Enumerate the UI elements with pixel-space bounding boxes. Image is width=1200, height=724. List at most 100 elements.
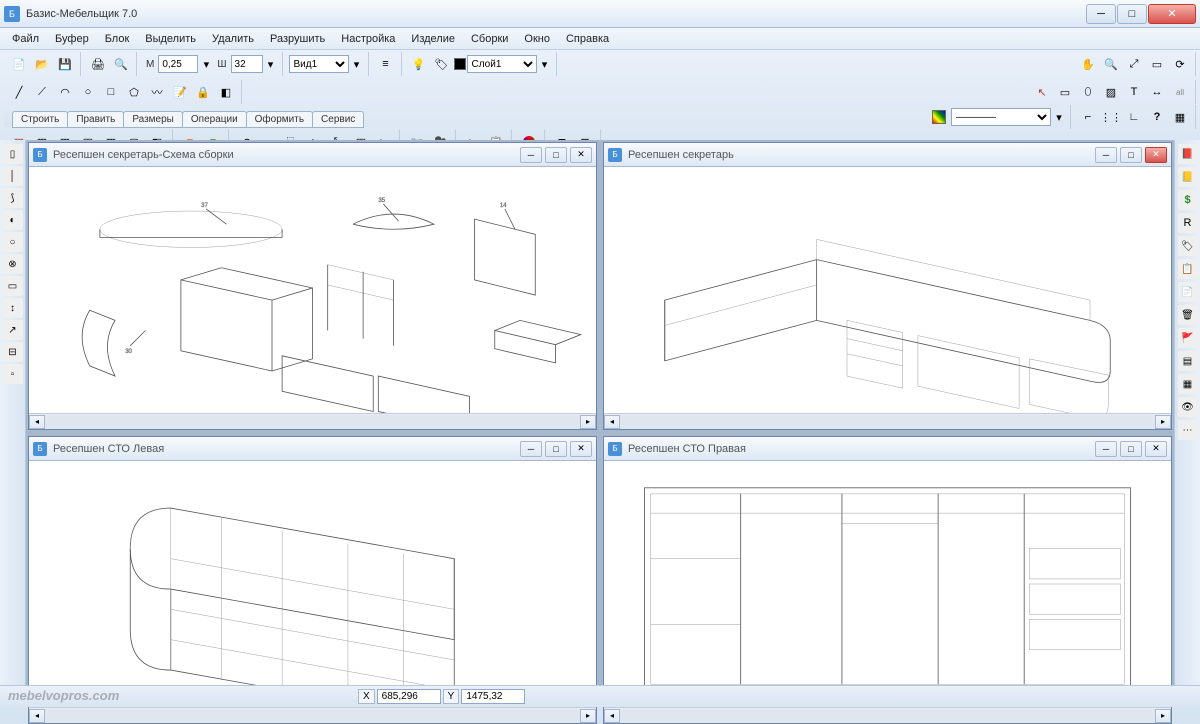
print-preview-button[interactable]: 🔍: [110, 53, 132, 75]
line-tool-icon[interactable]: ╱: [8, 81, 30, 103]
pane-maximize-button[interactable]: □: [1120, 147, 1142, 163]
pan-icon[interactable]: ✋: [1077, 53, 1099, 75]
minimize-button[interactable]: ─: [1086, 4, 1116, 24]
pointer-tool-icon[interactable]: ↖: [1031, 81, 1053, 103]
level-tool-icon[interactable]: ⊟: [3, 342, 23, 362]
menu-assemblies[interactable]: Сборки: [463, 30, 516, 48]
misc-side-icon[interactable]: ▫: [3, 364, 23, 384]
m-dropdown-button[interactable]: ▾: [199, 53, 213, 75]
edge-tool-icon[interactable]: │: [3, 166, 23, 186]
tab-service[interactable]: Сервис: [312, 111, 364, 128]
scroll-left-button[interactable]: ◂: [29, 709, 45, 723]
report-icon[interactable]: 📄: [1178, 282, 1198, 302]
open-button[interactable]: 📂: [31, 53, 53, 75]
menu-destroy[interactable]: Разрушить: [262, 30, 333, 48]
close-button[interactable]: ✕: [1148, 4, 1196, 24]
view-copy-button[interactable]: ▾: [350, 53, 364, 75]
zoom-extents-icon[interactable]: ⤢: [1123, 53, 1145, 75]
profile-tool-icon[interactable]: ◐: [3, 210, 23, 230]
tab-sizes[interactable]: Размеры: [123, 111, 183, 128]
palette-icon[interactable]: [928, 106, 950, 128]
pane-canvas[interactable]: [604, 461, 1171, 707]
zoom-window-icon[interactable]: ▭: [1146, 53, 1168, 75]
menu-buffer[interactable]: Буфер: [47, 30, 97, 48]
pane-maximize-button[interactable]: □: [1120, 441, 1142, 457]
snap-ortho-icon[interactable]: ∟: [1123, 106, 1145, 128]
scroll-left-button[interactable]: ◂: [604, 709, 620, 723]
pane-scrollbar[interactable]: ◂ ▸: [29, 707, 596, 723]
pane-minimize-button[interactable]: ─: [520, 147, 542, 163]
grid-icon[interactable]: ▦: [1178, 374, 1198, 394]
tab-edit[interactable]: Править: [67, 111, 124, 128]
menu-block[interactable]: Блок: [97, 30, 138, 48]
menu-window[interactable]: Окно: [516, 30, 558, 48]
dimension-icon[interactable]: ↔: [1146, 81, 1168, 103]
help-icon[interactable]: ?: [1146, 106, 1168, 128]
panel-tool-icon[interactable]: ▯: [3, 144, 23, 164]
more-icon[interactable]: ⋯: [1178, 420, 1198, 440]
print-button[interactable]: 🖨: [87, 53, 109, 75]
layer-toggle-button[interactable]: ≡: [375, 53, 397, 75]
square-tool-icon[interactable]: □: [100, 81, 122, 103]
save-button[interactable]: 💾: [54, 53, 76, 75]
misc-tool-icon[interactable]: ◧: [215, 81, 237, 103]
menu-select[interactable]: Выделить: [137, 30, 204, 48]
trash-icon[interactable]: 🗑: [1178, 305, 1198, 325]
dollar-icon[interactable]: $: [1178, 190, 1198, 210]
lasso-select-icon[interactable]: ⬯: [1077, 81, 1099, 103]
zoom-icon[interactable]: 🔍: [1100, 53, 1122, 75]
pane-minimize-button[interactable]: ─: [1095, 441, 1117, 457]
pane-close-button[interactable]: ✕: [1145, 147, 1167, 163]
pane-minimize-button[interactable]: ─: [1095, 147, 1117, 163]
spline-tool-icon[interactable]: 〰: [146, 81, 168, 103]
maximize-button[interactable]: □: [1117, 4, 1147, 24]
menu-help[interactable]: Справка: [558, 30, 617, 48]
clipboard-icon[interactable]: 📋: [1178, 259, 1198, 279]
eye-icon[interactable]: 👁: [1178, 397, 1198, 417]
linetype-dropdown-button[interactable]: ▾: [1052, 106, 1066, 128]
scroll-right-button[interactable]: ▸: [1155, 415, 1171, 429]
flag-icon[interactable]: 🚩: [1178, 328, 1198, 348]
drawer-tool-icon[interactable]: ▭: [3, 276, 23, 296]
new-button[interactable]: 📄: [8, 53, 30, 75]
pane-canvas[interactable]: 37 35 14 30: [29, 167, 596, 413]
tag-icon[interactable]: 🏷: [431, 53, 453, 75]
hole-tool-icon[interactable]: ○: [3, 232, 23, 252]
pane-scrollbar[interactable]: ◂ ▸: [604, 707, 1171, 723]
pane-scrollbar[interactable]: ◂ ▸: [604, 413, 1171, 429]
pane-close-button[interactable]: ✕: [1145, 441, 1167, 457]
pane-close-button[interactable]: ✕: [570, 147, 592, 163]
layer-select[interactable]: Слой1: [467, 55, 537, 73]
scroll-left-button[interactable]: ◂: [29, 415, 45, 429]
tab-build[interactable]: Строить: [12, 111, 68, 128]
snap-grid-icon[interactable]: ⋮⋮: [1100, 106, 1122, 128]
pane-maximize-button[interactable]: □: [545, 147, 567, 163]
w-dropdown-button[interactable]: ▾: [264, 53, 278, 75]
menu-file[interactable]: Файл: [4, 30, 47, 48]
menu-delete[interactable]: Удалить: [204, 30, 262, 48]
view-select[interactable]: Вид1: [289, 55, 349, 73]
note-tool-icon[interactable]: 📝: [169, 81, 191, 103]
pane-close-button[interactable]: ✕: [570, 441, 592, 457]
lock-tool-icon[interactable]: 🔒: [192, 81, 214, 103]
menu-product[interactable]: Изделие: [403, 30, 463, 48]
sheet-icon[interactable]: ▤: [1178, 351, 1198, 371]
linetype-select[interactable]: ————: [951, 108, 1051, 126]
book-icon[interactable]: 📕: [1178, 144, 1198, 164]
pane-canvas[interactable]: [604, 167, 1171, 413]
arrow-tool-icon[interactable]: ↗: [3, 320, 23, 340]
scroll-right-button[interactable]: ▸: [580, 709, 596, 723]
all-icon[interactable]: all: [1169, 81, 1191, 103]
hatch-icon[interactable]: ▨: [1100, 81, 1122, 103]
pane-maximize-button[interactable]: □: [545, 441, 567, 457]
notebook-icon[interactable]: 📒: [1178, 167, 1198, 187]
tab-format[interactable]: Оформить: [246, 111, 313, 128]
hinge-tool-icon[interactable]: ⊗: [3, 254, 23, 274]
redraw-icon[interactable]: ⟳: [1169, 53, 1191, 75]
label-icon[interactable]: 🏷: [1178, 236, 1198, 256]
tab-ops[interactable]: Операции: [182, 111, 247, 128]
curve-tool-icon[interactable]: ⟆: [3, 188, 23, 208]
w-input[interactable]: [231, 55, 263, 73]
scroll-left-button[interactable]: ◂: [604, 415, 620, 429]
polygon-tool-icon[interactable]: ⬠: [123, 81, 145, 103]
